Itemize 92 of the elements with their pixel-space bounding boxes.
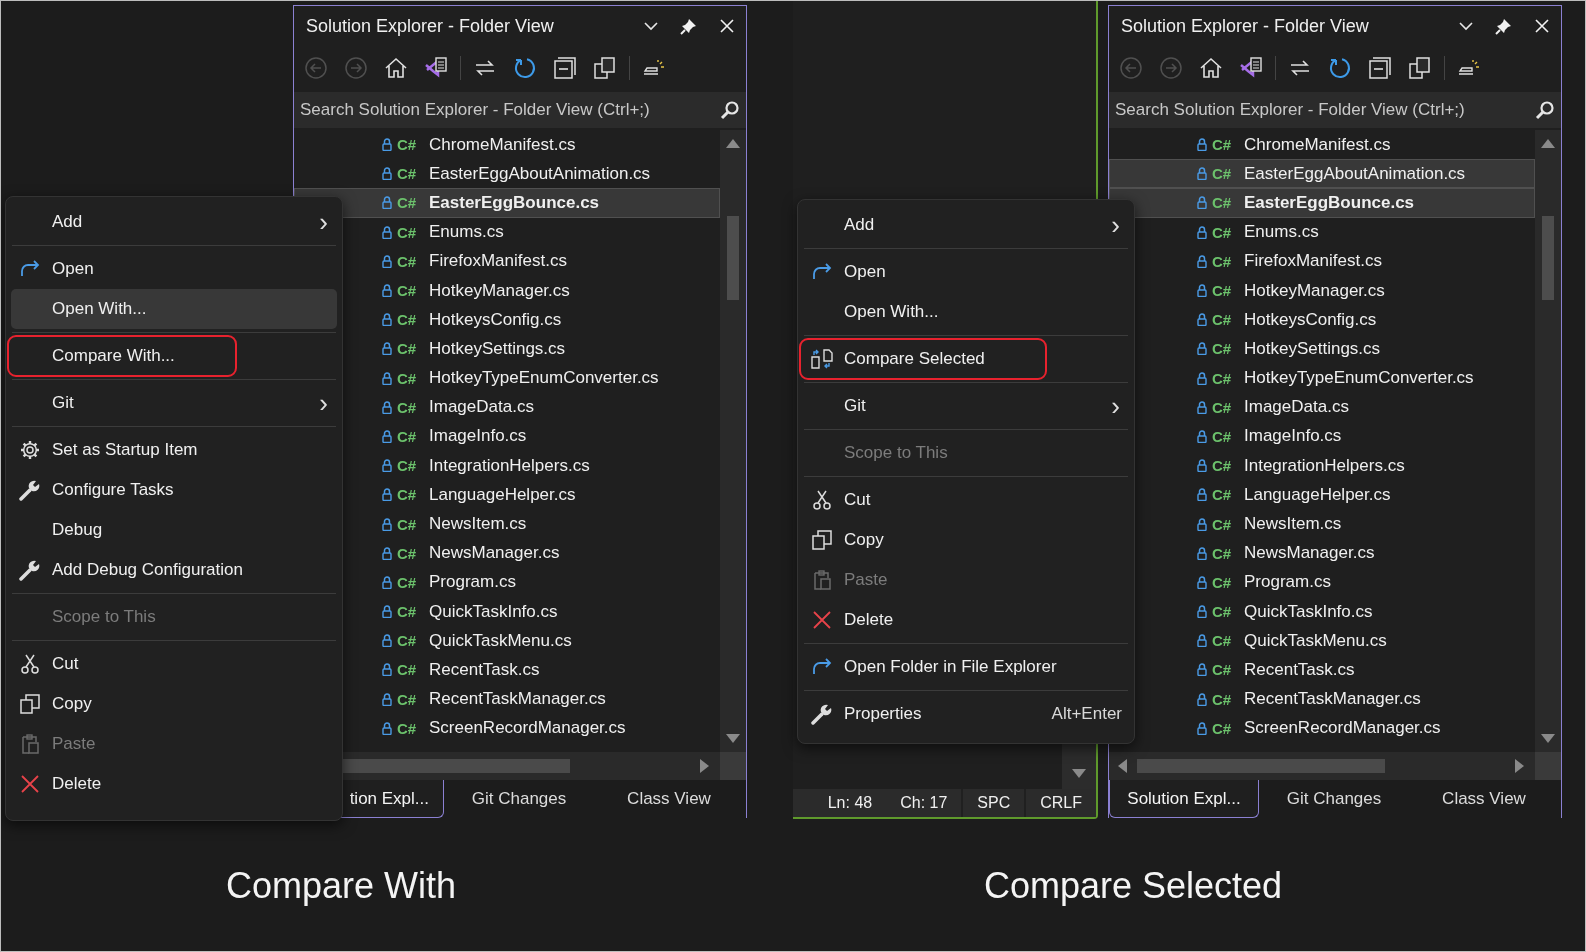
csharp-label: C# <box>397 515 418 533</box>
file-name: EasterEggBounce.cs <box>429 192 600 213</box>
csharp-label: C# <box>397 719 418 737</box>
file-name: RecentTaskManager.cs <box>1244 689 1421 710</box>
csharp-label: C# <box>397 661 418 679</box>
file-name: HotkeysConfig.cs <box>429 309 562 330</box>
file-name: EasterEggBounce.cs <box>1244 192 1415 213</box>
file-name: QuickTaskInfo.cs <box>1244 601 1373 622</box>
file-name: HotkeySettings.cs <box>1244 338 1381 359</box>
file-name: NewsItem.cs <box>1244 514 1342 535</box>
file-name: ChromeManifest.cs <box>429 134 576 155</box>
file-name: Program.cs <box>1244 572 1331 593</box>
file-name: Enums.cs <box>1244 222 1319 243</box>
file-name: ScreenRecordManager.cs <box>1244 718 1441 739</box>
file-name: FirefoxManifest.cs <box>1244 251 1382 272</box>
file-name: QuickTaskInfo.cs <box>429 601 558 622</box>
file-name: RecentTask.cs <box>429 659 540 680</box>
csharp-label: C# <box>397 194 418 212</box>
file-name: NewsItem.cs <box>429 514 527 535</box>
file-name: RecentTaskManager.cs <box>429 689 606 710</box>
file-name: HotkeysConfig.cs <box>1244 309 1377 330</box>
submenu-arrow: › <box>1111 396 1120 416</box>
csharp-label: C# <box>1212 369 1233 387</box>
csharp-label: C# <box>397 603 418 621</box>
csharp-label: C# <box>397 690 418 708</box>
submenu-arrow: › <box>1111 215 1120 235</box>
csharp-label: C# <box>1212 457 1233 475</box>
file-name: Enums.cs <box>429 222 504 243</box>
file-name: ImageData.cs <box>429 397 534 418</box>
caption: Compare With <box>224 865 458 907</box>
file-name: ScreenRecordManager.cs <box>429 718 626 739</box>
csharp-label: C# <box>1212 165 1233 183</box>
csharp-label: C# <box>1212 252 1233 270</box>
csharp-label: C# <box>1212 427 1233 445</box>
file-name: FirefoxManifest.cs <box>429 251 567 272</box>
file-name: ImageInfo.cs <box>429 426 527 447</box>
file-name: EasterEggAboutAnimation.cs <box>429 163 651 184</box>
csharp-label: C# <box>1212 573 1233 591</box>
panel-title: Solution Explorer - Folder View <box>306 15 554 37</box>
file-name: ChromeManifest.cs <box>1244 134 1391 155</box>
csharp-label: C# <box>1212 136 1233 154</box>
csharp-label: C# <box>397 282 418 300</box>
csharp-label: C# <box>1212 661 1233 679</box>
csharp-label: C# <box>397 573 418 591</box>
csharp-label: C# <box>397 311 418 329</box>
csharp-label: C# <box>397 223 418 241</box>
csharp-label: C# <box>1212 603 1233 621</box>
csharp-label: C# <box>1212 690 1233 708</box>
csharp-label: C# <box>1212 632 1233 650</box>
submenu-arrow: › <box>319 393 328 413</box>
file-name: Program.cs <box>429 572 516 593</box>
file-name: HotkeySettings.cs <box>429 338 566 359</box>
csharp-label: C# <box>1212 282 1233 300</box>
file-name: HotkeyManager.cs <box>429 280 570 301</box>
csharp-label: C# <box>397 544 418 562</box>
file-name: NewsManager.cs <box>429 543 560 564</box>
file-name: ImageData.cs <box>1244 397 1349 418</box>
caption: Compare Selected <box>982 865 1284 907</box>
csharp-label: C# <box>397 340 418 358</box>
file-name: IntegrationHelpers.cs <box>429 455 590 476</box>
file-name: RecentTask.cs <box>1244 659 1355 680</box>
csharp-label: C# <box>1212 311 1233 329</box>
csharp-label: C# <box>397 136 418 154</box>
csharp-label: C# <box>397 252 418 270</box>
csharp-label: C# <box>1212 544 1233 562</box>
csharp-label: C# <box>397 632 418 650</box>
file-name: HotkeyTypeEnumConverter.cs <box>1244 368 1474 389</box>
file-name: EasterEggAboutAnimation.cs <box>1244 163 1466 184</box>
csharp-label: C# <box>1212 486 1233 504</box>
shortcut-text: Alt+Enter <box>1051 704 1122 724</box>
csharp-label: C# <box>397 427 418 445</box>
csharp-label: C# <box>397 165 418 183</box>
file-name: ImageInfo.cs <box>1244 426 1342 447</box>
file-name: HotkeyTypeEnumConverter.cs <box>429 368 659 389</box>
csharp-label: C# <box>397 457 418 475</box>
file-name: QuickTaskMenu.cs <box>429 630 572 651</box>
file-name: LanguageHelper.cs <box>429 484 576 505</box>
csharp-label: C# <box>1212 194 1233 212</box>
file-name: QuickTaskMenu.cs <box>1244 630 1387 651</box>
panel-title: Solution Explorer - Folder View <box>1121 15 1369 37</box>
file-name: LanguageHelper.cs <box>1244 484 1391 505</box>
csharp-label: C# <box>397 369 418 387</box>
csharp-label: C# <box>397 398 418 416</box>
csharp-label: C# <box>397 486 418 504</box>
csharp-label: C# <box>1212 340 1233 358</box>
file-name: HotkeyManager.cs <box>1244 280 1385 301</box>
file-name: NewsManager.cs <box>1244 543 1375 564</box>
csharp-label: C# <box>1212 398 1233 416</box>
file-name: IntegrationHelpers.cs <box>1244 455 1405 476</box>
csharp-label: C# <box>1212 223 1233 241</box>
csharp-label: C# <box>1212 515 1233 533</box>
csharp-label: C# <box>1212 719 1233 737</box>
